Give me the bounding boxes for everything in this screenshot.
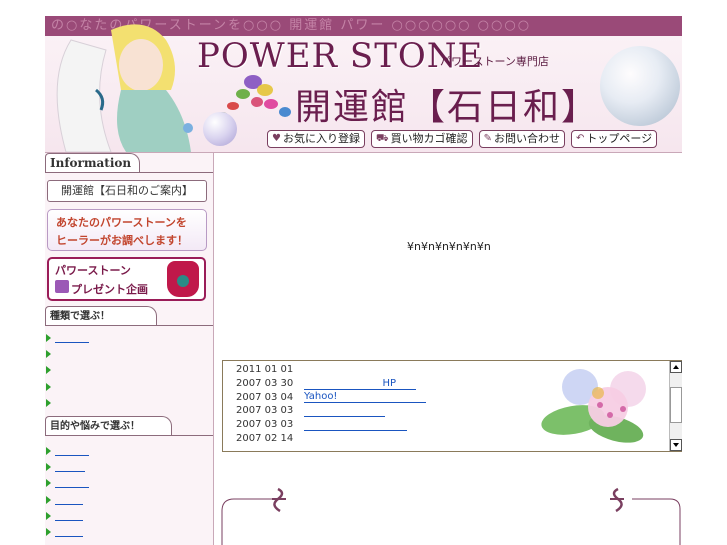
sidebar: Information 開運館【石日和のご案内】 あなたのパワーストーンを ヒー… bbox=[45, 153, 214, 545]
purpose-link[interactable] bbox=[55, 511, 83, 521]
news-row: 2007 03 30 HP bbox=[236, 377, 426, 391]
bullet-icon bbox=[46, 463, 51, 472]
news-row: 2007 03 03 bbox=[236, 418, 426, 432]
news-date: 2007 03 30 bbox=[236, 378, 294, 390]
heart-icon: ♥ bbox=[272, 133, 281, 144]
logo-subtitle: パワーストーン専門店 bbox=[440, 55, 549, 68]
scroll-up-arrow-icon[interactable] bbox=[670, 361, 682, 373]
top-page-button[interactable]: ↶ トップページ bbox=[570, 130, 658, 148]
site-header: の○なたのパワーストーンを○○○ 開運館 パワー ○○○○○○ ○○○○ POW… bbox=[45, 16, 682, 153]
crystal-ball-large bbox=[600, 46, 680, 126]
news-link-text: HP bbox=[382, 377, 396, 389]
bullet-icon bbox=[46, 398, 51, 407]
news-box: 2011 01 01 2007 03 30 HP 2007 03 04 Yaho… bbox=[222, 360, 682, 452]
news-link[interactable] bbox=[304, 405, 385, 417]
news-link[interactable]: Yahoo! bbox=[304, 391, 426, 404]
purpose-link[interactable] bbox=[55, 478, 89, 489]
broken-text: ¥n¥n¥n¥n¥n¥n bbox=[407, 240, 491, 253]
news-row: 2007 03 03 bbox=[236, 404, 426, 418]
bullet-icon bbox=[46, 334, 51, 343]
scroll-down-arrow-icon[interactable] bbox=[670, 439, 682, 451]
scroll-thumb[interactable] bbox=[670, 387, 682, 423]
type-heading: 種類で選ぶ！ bbox=[45, 306, 157, 326]
page: の○なたのパワーストーンを○○○ 開運館 パワー ○○○○○○ ○○○○ POW… bbox=[45, 16, 682, 545]
purpose-link[interactable] bbox=[55, 527, 83, 538]
list-item bbox=[45, 330, 213, 346]
info-heading-tab: Information bbox=[45, 153, 213, 173]
list-item bbox=[45, 492, 213, 508]
main-content: ¥n¥n¥n¥n¥n¥n 2011 01 01 2007 03 30 HP 20… bbox=[214, 153, 682, 545]
news-link[interactable] bbox=[304, 419, 407, 431]
favorite-button[interactable]: ♥ お気に入り登録 bbox=[267, 130, 365, 148]
cart-label: 買い物カゴ確認 bbox=[390, 132, 468, 145]
healer-banner-line1: あなたのパワーストーンを bbox=[56, 216, 187, 229]
cart-button[interactable]: ⛟ 買い物カゴ確認 bbox=[370, 130, 473, 148]
divider bbox=[45, 325, 213, 326]
purpose-link[interactable] bbox=[55, 446, 89, 457]
news-list: 2011 01 01 2007 03 30 HP 2007 03 04 Yaho… bbox=[236, 363, 426, 445]
purpose-heading: 目的や悩みで選ぶ！ bbox=[45, 416, 172, 436]
purpose-link-list bbox=[45, 443, 213, 540]
healer-banner[interactable]: あなたのパワーストーンを ヒーラーがお調べします！ bbox=[47, 209, 207, 251]
divider bbox=[45, 435, 213, 436]
list-item bbox=[45, 508, 213, 524]
list-item bbox=[45, 346, 213, 362]
divider bbox=[45, 172, 213, 173]
logo-japanese: 開運館【石日和】 bbox=[295, 87, 600, 128]
list-item bbox=[45, 524, 213, 540]
header-nav: ♥ お気に入り登録 ⛟ 買い物カゴ確認 ✎ お問い合わせ ↶ トップページ bbox=[267, 130, 658, 148]
bullet-icon bbox=[46, 447, 51, 456]
purpose-heading-tab: 目的や悩みで選ぶ！ bbox=[45, 416, 213, 436]
news-date: 2007 03 03 bbox=[236, 419, 294, 431]
bullet-icon bbox=[46, 382, 51, 391]
gift-banner-line2: プレゼント企画 bbox=[71, 283, 148, 296]
news-row: 2011 01 01 bbox=[236, 363, 426, 377]
pouch-icon bbox=[167, 261, 199, 297]
pencil-icon: ✎ bbox=[483, 133, 492, 144]
favorite-label: お気に入り登録 bbox=[282, 132, 360, 145]
bullet-icon bbox=[46, 366, 51, 375]
healer-banner-line2: ヒーラーがお調べします！ bbox=[56, 234, 188, 247]
angel-illustration bbox=[56, 24, 193, 152]
contact-label: お問い合わせ bbox=[493, 132, 560, 145]
list-item bbox=[45, 443, 213, 459]
bullet-icon bbox=[46, 511, 51, 520]
list-item bbox=[45, 362, 213, 378]
list-item bbox=[45, 459, 213, 475]
list-item bbox=[45, 379, 213, 395]
bullet-icon bbox=[46, 495, 51, 504]
type-heading-tab: 種類で選ぶ！ bbox=[45, 306, 213, 326]
type-link[interactable] bbox=[55, 333, 89, 344]
news-date: 2011 01 01 bbox=[236, 364, 294, 376]
bullet-icon bbox=[46, 528, 51, 537]
news-date: 2007 03 03 bbox=[236, 405, 294, 417]
crystal-ball-small bbox=[203, 112, 237, 146]
store-guide-button[interactable]: 開運館【石日和のご案内】 bbox=[47, 180, 207, 202]
list-item bbox=[45, 475, 213, 491]
gift-box-icon bbox=[55, 280, 69, 293]
news-link[interactable]: HP bbox=[304, 378, 416, 390]
bullet-icon bbox=[46, 479, 51, 488]
purpose-link[interactable] bbox=[55, 495, 83, 505]
news-row: 2007 03 04 Yahoo! bbox=[236, 390, 426, 404]
purpose-link[interactable] bbox=[55, 462, 85, 473]
gift-banner[interactable]: パワーストーン プレゼント企画 bbox=[47, 257, 206, 301]
type-link-list bbox=[45, 330, 213, 411]
news-date: 2007 03 04 bbox=[236, 391, 294, 403]
bullet-icon bbox=[46, 350, 51, 359]
decorative-frame bbox=[221, 487, 681, 545]
cart-icon: ⛟ bbox=[375, 133, 389, 144]
news-date: 2007 02 14 bbox=[236, 432, 294, 444]
top-page-label: トップページ bbox=[586, 132, 653, 145]
news-link-text: Yahoo! bbox=[304, 391, 338, 403]
news-row: 2007 02 14 bbox=[236, 431, 426, 445]
hydrangea-illustration bbox=[541, 369, 646, 443]
contact-button[interactable]: ✎ お問い合わせ bbox=[478, 130, 565, 148]
return-icon: ↶ bbox=[575, 133, 585, 144]
list-item bbox=[45, 395, 213, 411]
news-scrollbar[interactable] bbox=[669, 361, 682, 451]
info-heading: Information bbox=[45, 153, 141, 173]
gift-banner-line1: パワーストーン bbox=[55, 264, 131, 277]
